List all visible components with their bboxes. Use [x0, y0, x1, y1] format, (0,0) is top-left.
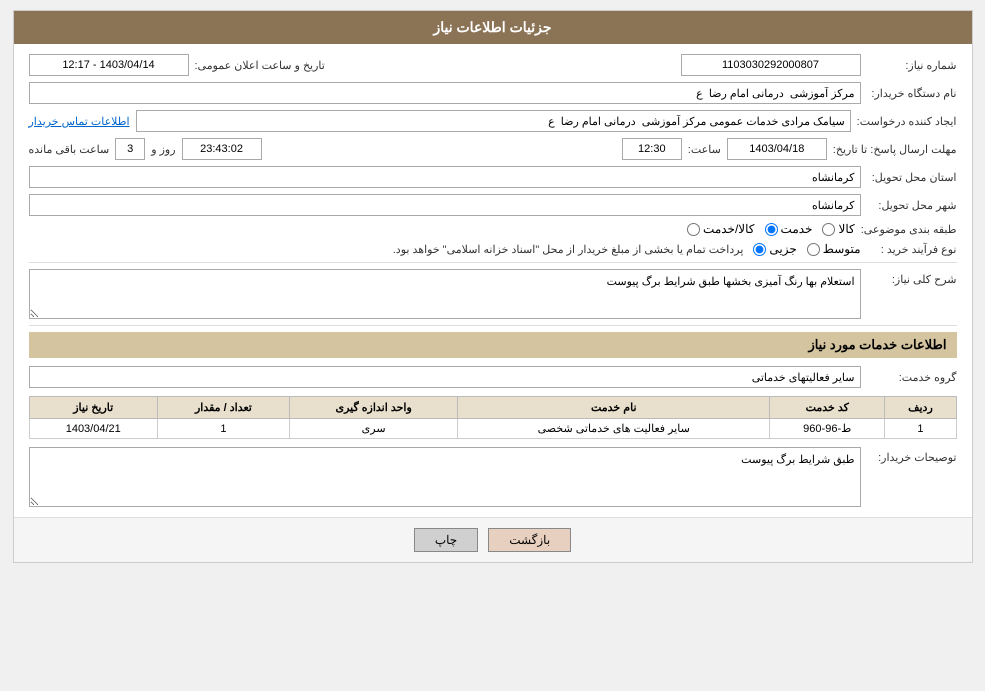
province-input[interactable] — [29, 166, 861, 188]
deadline-remaining-input[interactable] — [182, 138, 262, 160]
announce-datetime-label: تاریخ و ساعت اعلان عمومی: — [195, 59, 325, 72]
creator-input[interactable] — [136, 110, 851, 132]
buyer-notes-row: توصیحات خریدار: — [29, 447, 957, 507]
cell-code: ط-96-960 — [770, 419, 885, 439]
city-input[interactable] — [29, 194, 861, 216]
table-row: 1ط-96-960سایر فعالیت های خدماتی شخصیسری1… — [29, 419, 956, 439]
row-creator: ایجاد کننده درخواست: اطلاعات تماس خریدار — [29, 110, 957, 132]
content-area: شماره نیاز: تاریخ و ساعت اعلان عمومی: نا… — [14, 44, 972, 517]
category-radio-kala[interactable] — [822, 223, 835, 236]
contact-link[interactable]: اطلاعات تماس خریدار — [29, 115, 130, 128]
category-radio-group: کالا/خدمت خدمت کالا — [687, 222, 855, 236]
city-label: شهر محل تحویل: — [867, 199, 957, 212]
deadline-remaining-label: ساعت باقی مانده — [29, 143, 110, 156]
category-kala-label: کالا — [838, 222, 854, 236]
col-name: نام خدمت — [458, 397, 770, 419]
category-radio-kala-khedmat[interactable] — [687, 223, 700, 236]
need-number-label: شماره نیاز: — [867, 59, 957, 72]
main-container: جزئیات اطلاعات نیاز شماره نیاز: تاریخ و … — [13, 10, 973, 563]
col-quantity: تعداد / مقدار — [157, 397, 289, 419]
category-label: طبقه بندی موضوعی: — [861, 223, 957, 236]
deadline-label: مهلت ارسال پاسخ: تا تاریخ: — [833, 143, 957, 156]
deadline-date-input[interactable] — [727, 138, 827, 160]
process-radio-group: متوسط جزیی پرداخت تمام یا بخشی از مبلغ خ… — [393, 242, 861, 256]
category-option-khedmat: خدمت — [765, 222, 813, 236]
buyer-notes-textarea[interactable] — [29, 447, 861, 507]
cell-row: 1 — [885, 419, 956, 439]
buyer-notes-label: توصیحات خریدار: — [867, 447, 957, 464]
cell-unit: سری — [289, 419, 458, 439]
col-unit: واحد اندازه گیری — [289, 397, 458, 419]
services-table: ردیف کد خدمت نام خدمت واحد اندازه گیری ت… — [29, 396, 957, 439]
page-header: جزئیات اطلاعات نیاز — [14, 11, 972, 44]
description-textarea[interactable] — [29, 269, 861, 319]
back-button[interactable]: بازگشت — [488, 528, 571, 552]
announce-datetime-input[interactable] — [29, 54, 189, 76]
deadline-days-input[interactable] — [115, 138, 145, 160]
buyer-org-input[interactable] — [29, 82, 861, 104]
row-category: طبقه بندی موضوعی: کالا/خدمت خدمت کالا — [29, 222, 957, 236]
col-row: ردیف — [885, 397, 956, 419]
process-radio-jozii[interactable] — [753, 243, 766, 256]
category-kala-khedmat-label: کالا/خدمت — [703, 222, 754, 236]
process-jozii-label: جزیی — [769, 242, 796, 256]
row-buyer-org: نام دستگاه خریدار: — [29, 82, 957, 104]
buyer-org-label: نام دستگاه خریدار: — [867, 87, 957, 100]
row-province: استان محل تحویل: — [29, 166, 957, 188]
row-process: نوع فرآیند خرید : متوسط جزیی پرداخت تمام… — [29, 242, 957, 256]
row-description: شرح کلی نیاز: — [29, 269, 957, 319]
cell-date: 1403/04/21 — [29, 419, 157, 439]
deadline-time-label: ساعت: — [688, 143, 721, 156]
province-label: استان محل تحویل: — [867, 171, 957, 184]
service-group-row: گروه خدمت: — [29, 366, 957, 388]
row-need-number: شماره نیاز: تاریخ و ساعت اعلان عمومی: — [29, 54, 957, 76]
process-motavaset-label: متوسط — [823, 242, 861, 256]
col-code: کد خدمت — [770, 397, 885, 419]
process-option-motavaset: متوسط — [807, 242, 861, 256]
deadline-days-label: روز و — [151, 143, 175, 156]
bottom-buttons-bar: بازگشت چاپ — [14, 517, 972, 562]
process-description: پرداخت تمام یا بخشی از مبلغ خریدار از مح… — [393, 243, 744, 256]
service-group-input[interactable] — [29, 366, 861, 388]
col-date: تاریخ نیاز — [29, 397, 157, 419]
creator-label: ایجاد کننده درخواست: — [857, 115, 957, 128]
category-radio-khedmat[interactable] — [765, 223, 778, 236]
category-option-kala: کالا — [822, 222, 854, 236]
process-label: نوع فرآیند خرید : — [867, 243, 957, 256]
deadline-time-input[interactable] — [622, 138, 682, 160]
page-title: جزئیات اطلاعات نیاز — [433, 19, 551, 35]
cell-name: سایر فعالیت های خدماتی شخصی — [458, 419, 770, 439]
need-number-input[interactable] — [681, 54, 861, 76]
category-khedmat-label: خدمت — [781, 222, 813, 236]
service-section-title: اطلاعات خدمات مورد نیاز — [29, 332, 957, 358]
cell-quantity: 1 — [157, 419, 289, 439]
row-deadline: مهلت ارسال پاسخ: تا تاریخ: ساعت: روز و س… — [29, 138, 957, 160]
category-option-kala-khedmat: کالا/خدمت — [687, 222, 754, 236]
description-label: شرح کلی نیاز: — [867, 269, 957, 286]
service-group-label: گروه خدمت: — [867, 371, 957, 384]
table-header-row: ردیف کد خدمت نام خدمت واحد اندازه گیری ت… — [29, 397, 956, 419]
print-button[interactable]: چاپ — [414, 528, 478, 552]
row-city: شهر محل تحویل: — [29, 194, 957, 216]
process-radio-motavaset[interactable] — [807, 243, 820, 256]
process-option-jozii: جزیی — [753, 242, 796, 256]
